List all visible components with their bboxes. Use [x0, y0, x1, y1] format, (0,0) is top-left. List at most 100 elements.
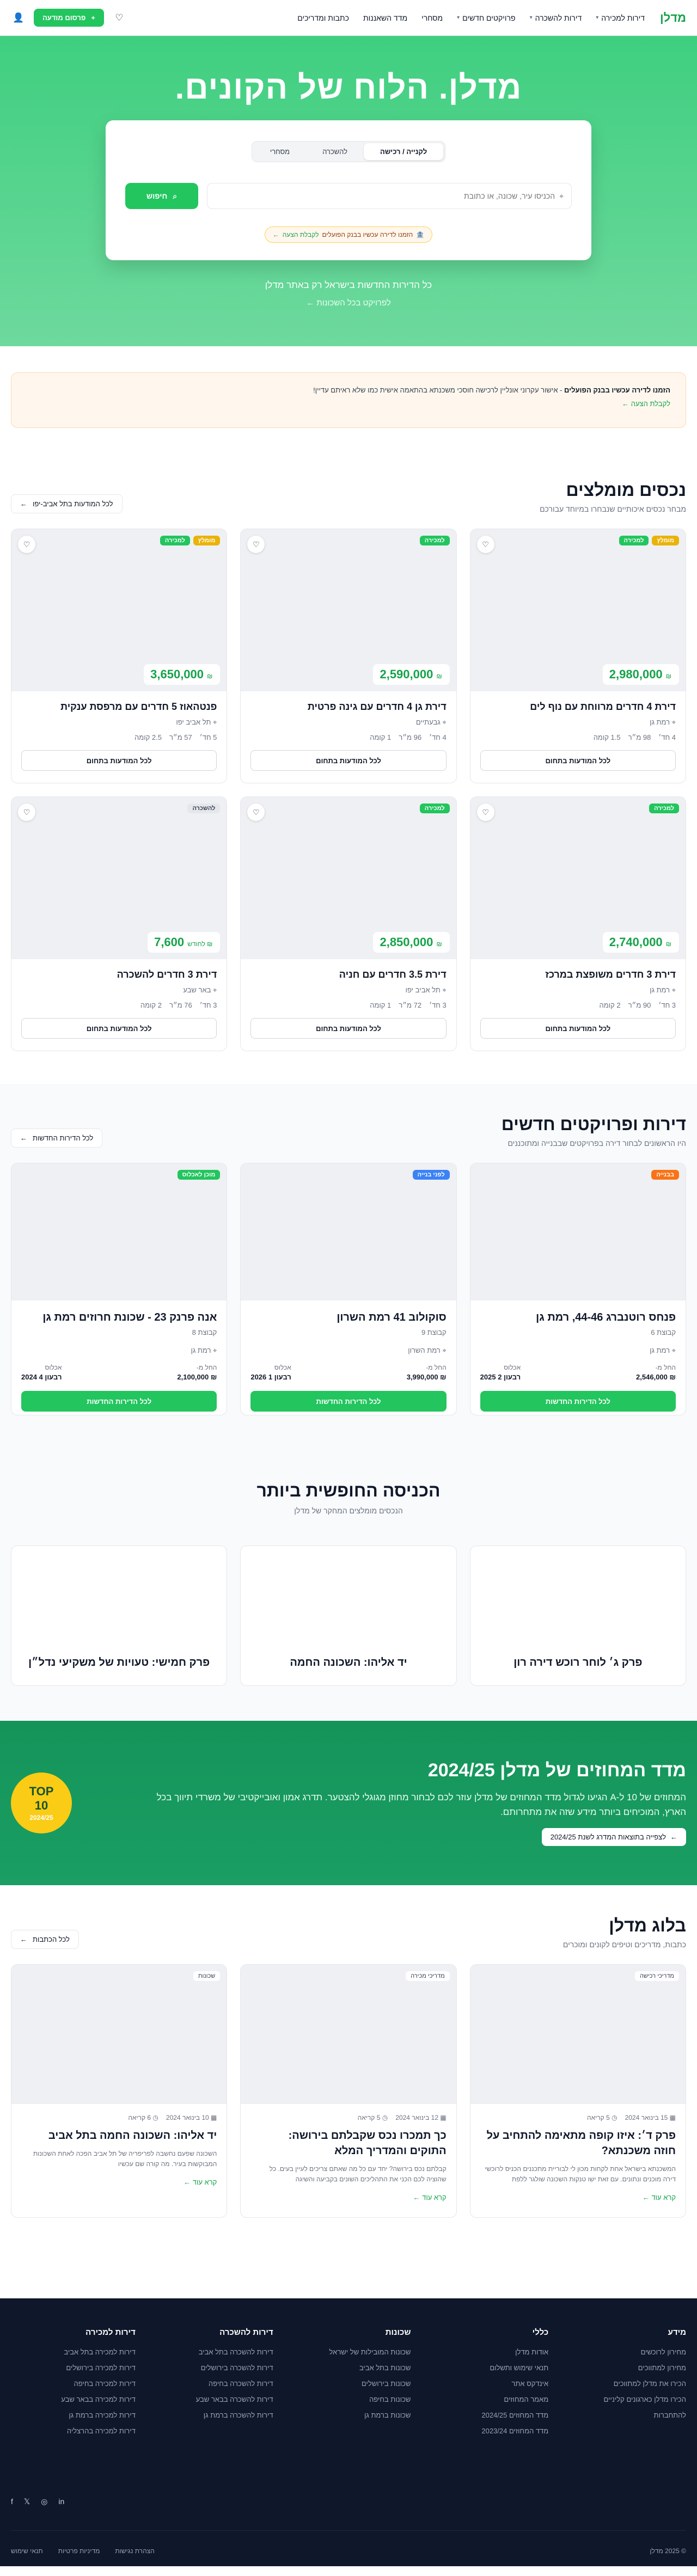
site-logo[interactable]: מדלן [660, 11, 686, 25]
neighborhood-card[interactable]: פרק חמישי: טעויות של משקיעי נדל״ן [11, 1545, 228, 1686]
property-card[interactable]: למכירה ♡ ₪ 2,850,000 דירת 3.5 חדרים עם חניה… [240, 796, 457, 1051]
index-button[interactable]: ← לצפייה בתוצאות המדרג לשנת 2024/25 [541, 1828, 686, 1847]
footer-column-title: מידע [668, 2328, 686, 2337]
property-card[interactable]: מומלץ למכירה ♡ ₪ 2,980,000 דירת 4 חדרים מרוו… [469, 529, 686, 783]
footer-link[interactable]: תנאי שימוש ותשלום [424, 2364, 548, 2372]
read-more-link[interactable]: קרא עוד ← [21, 2178, 217, 2186]
blog-date: ▦ 12 בינואר 2024 [395, 2114, 446, 2121]
blog-all-link[interactable]: לכל הכתבות ← [11, 1930, 79, 1949]
property-image: להשכרה ♡ ₪ לחודש 7,600 [11, 797, 227, 959]
footer-link[interactable]: להתחברות [561, 2411, 686, 2419]
chevron-down-icon: ▾ [457, 15, 460, 21]
read-more-link[interactable]: קרא עוד ← [480, 2193, 676, 2201]
heart-icon[interactable]: ♡ [476, 804, 494, 821]
footer-link[interactable]: הכירו מדלן כארגונים קליניים [561, 2395, 686, 2403]
footer-link[interactable]: מחירון למתווכים [561, 2364, 686, 2372]
status-badge: מומלץ [193, 536, 221, 545]
promo-link[interactable]: לקבלת הצעה [283, 231, 319, 238]
footer-link[interactable]: דירות למכירה בירושלים [11, 2364, 135, 2372]
heart-icon[interactable]: ♡ [18, 804, 35, 821]
tab-buy[interactable]: לקנייה / רכישה [364, 143, 444, 160]
hero-link[interactable]: לפרויקט בכל השכונות ← [0, 298, 697, 308]
featured-all-link[interactable]: לכל המודעות בתל אביב-יפו ← [11, 494, 123, 513]
footer-link[interactable]: דירות להשכרה בבאר שבע [149, 2395, 273, 2403]
footer-link[interactable]: דירות למכירה בתל אביב [11, 2348, 136, 2356]
heart-icon[interactable]: ♡ [247, 536, 265, 553]
footer-link[interactable]: מאמר המחוזים [424, 2395, 548, 2403]
footer-link[interactable]: אינדקס אתר [424, 2379, 549, 2388]
property-details-button[interactable]: לכל המודעות בתחום [480, 750, 676, 771]
user-icon[interactable]: 👤 [11, 10, 26, 26]
project-button[interactable]: לכל הדירות החדשות [250, 1391, 447, 1412]
project-developer: קבוצת 9 [421, 1328, 447, 1336]
facebook-icon[interactable]: f [11, 2497, 13, 2506]
project-card[interactable]: מוכן לאכלוס אנה פרנק 23 - שכונת חרוזים רמ… [11, 1163, 228, 1415]
promo-pill[interactable]: 🏦 הזמנו לדירה עכשיו בבנק הפועלים לקבלת ה… [264, 226, 433, 243]
nav-item-for-sale[interactable]: דירות למכירה ▾ [596, 14, 645, 22]
heart-icon[interactable]: ♡ [476, 536, 494, 553]
property-card[interactable]: להשכרה ♡ ₪ לחודש 7,600 דירת 3 חדרים להשכרה ⌖… [11, 796, 228, 1051]
property-details-button[interactable]: לכל המודעות בתחום [250, 750, 447, 771]
nav-item-articles[interactable]: כתבות ומדריכים [297, 14, 349, 22]
blog-card[interactable]: מדריכי מכירה ▦ 12 בינואר 2024 ◷ 5 קריאה כך … [240, 1964, 457, 2218]
search-input[interactable] [215, 192, 555, 200]
tab-rent[interactable]: להשכרה [306, 143, 364, 160]
blog-excerpt: המשכנתא בישראל אחת לקחות מכון לי לבוריית… [485, 2165, 676, 2184]
top10-num: 10 [34, 1799, 48, 1812]
footer-link[interactable]: דירות להשכרה בירושלים [149, 2364, 273, 2372]
blog-card[interactable]: מדריכי רכישה ▦ 15 בינואר 2024 ◷ 5 קריאה פרק… [469, 1964, 686, 2218]
notice-link[interactable]: לקבלת הצעה ← [27, 400, 670, 408]
heart-icon[interactable]: ♡ [112, 10, 127, 26]
footer-link[interactable]: דירות להשכרה בתל אביב [149, 2348, 273, 2356]
footer-legal-link[interactable]: הצהרת נגישות [115, 2547, 154, 2555]
footer-link[interactable]: מחירון לרוכשים [561, 2348, 686, 2356]
footer-link[interactable]: שכונות בתל אביב [286, 2364, 411, 2372]
blog-card[interactable]: שכונות ▦ 10 בינואר 2024 ◷ 6 קריאה יד אליהו:… [11, 1964, 228, 2218]
nav-item-commercial[interactable]: מסחרי [421, 14, 443, 22]
project-button[interactable]: לכל הדירות החדשות [480, 1391, 676, 1412]
tab-commercial[interactable]: מסחרי [254, 143, 306, 160]
footer-legal-link[interactable]: תנאי שימוש [11, 2547, 43, 2555]
search-button[interactable]: ⌕ חיפוש [125, 183, 198, 209]
neighborhood-card[interactable]: יד אליהו: השכונה החמה [240, 1545, 457, 1686]
footer-link[interactable]: דירות להשכרה ברמת גן [149, 2411, 273, 2419]
project-card[interactable]: בבנייה פנחס רוטנברג 44-46, רמת גן קבוצת 6 ⌖… [469, 1163, 686, 1415]
footer-link[interactable]: שכונות בירושלים [286, 2379, 411, 2388]
instagram-icon[interactable]: ◎ [41, 2497, 47, 2506]
linkedin-icon[interactable]: in [58, 2497, 64, 2506]
property-details-button[interactable]: לכל המודעות בתחום [21, 750, 217, 771]
nav-item-for-rent[interactable]: דירות להשכרה ▾ [530, 14, 582, 22]
footer-link[interactable]: שכונות בחיפה [286, 2395, 411, 2403]
footer-link[interactable]: דירות למכירה בחיפה [11, 2379, 136, 2388]
property-card[interactable]: מומלץ למכירה ♡ ₪ 3,650,000 פנטהאוז 5 חדרים ע… [11, 529, 228, 783]
footer-link[interactable]: שכונות המובילות של ישראל [286, 2348, 411, 2356]
footer-link[interactable]: מדד המחוזים 2024/25 [424, 2411, 548, 2419]
property-details-button[interactable]: לכל המודעות בתחום [480, 1018, 676, 1039]
nav-item-index[interactable]: מדד השאננות [363, 14, 407, 22]
property-card[interactable]: למכירה ♡ ₪ 2,590,000 דירת גן 4 חדרים עם גינ… [240, 529, 457, 783]
property-details-button[interactable]: לכל המודעות בתחום [250, 1018, 447, 1039]
footer-link[interactable]: דירות למכירה בבאר שבע [11, 2395, 136, 2403]
nav-item-new-projects[interactable]: פרויקטים חדשים ▾ [457, 14, 516, 22]
projects-all-link[interactable]: לכל הדירות החדשות ← [11, 1128, 103, 1148]
footer-link[interactable]: דירות למכירה ברמת גן [11, 2411, 135, 2419]
footer-link[interactable]: דירות להשכרה בחיפה [149, 2379, 273, 2388]
read-more-link[interactable]: קרא עוד ← [250, 2193, 447, 2201]
footer-link[interactable]: הכירו את מדלן למתווכים [561, 2379, 686, 2388]
footer-link[interactable]: אודות מדלן [424, 2348, 548, 2356]
neighborhood-card[interactable]: פרק ג׳ לוחר רוכש דירה רון [469, 1545, 686, 1686]
footer-link[interactable]: שכונות ברמת גן [286, 2411, 411, 2419]
twitter-icon[interactable]: 𝕏 [24, 2497, 30, 2506]
project-card[interactable]: לפני בנייה סוקולוב 41 רמת השרון קבוצת 9 ⌖ ר… [240, 1163, 457, 1415]
delivery-value: רבעון 4 2024 [21, 1373, 62, 1381]
featured-link-label: לכל המודעות בתל אביב-יפו [33, 500, 113, 508]
post-ad-button[interactable]: + פרסום מודעה [34, 9, 104, 27]
footer-link[interactable]: דירות למכירה בהרצליה [11, 2427, 136, 2435]
footer-link[interactable]: מדד המחוזים 2023/24 [424, 2427, 548, 2435]
heart-icon[interactable]: ♡ [18, 536, 35, 553]
property-details-button[interactable]: לכל המודעות בתחום [21, 1018, 217, 1039]
project-button[interactable]: לכל הדירות החדשות [21, 1391, 217, 1412]
footer-legal-link[interactable]: מדיניות פרטיות [58, 2547, 100, 2555]
property-card[interactable]: למכירה ♡ ₪ 2,740,000 דירת 3 חדרים משופצת במ… [469, 796, 686, 1051]
heart-icon[interactable]: ♡ [247, 804, 265, 821]
